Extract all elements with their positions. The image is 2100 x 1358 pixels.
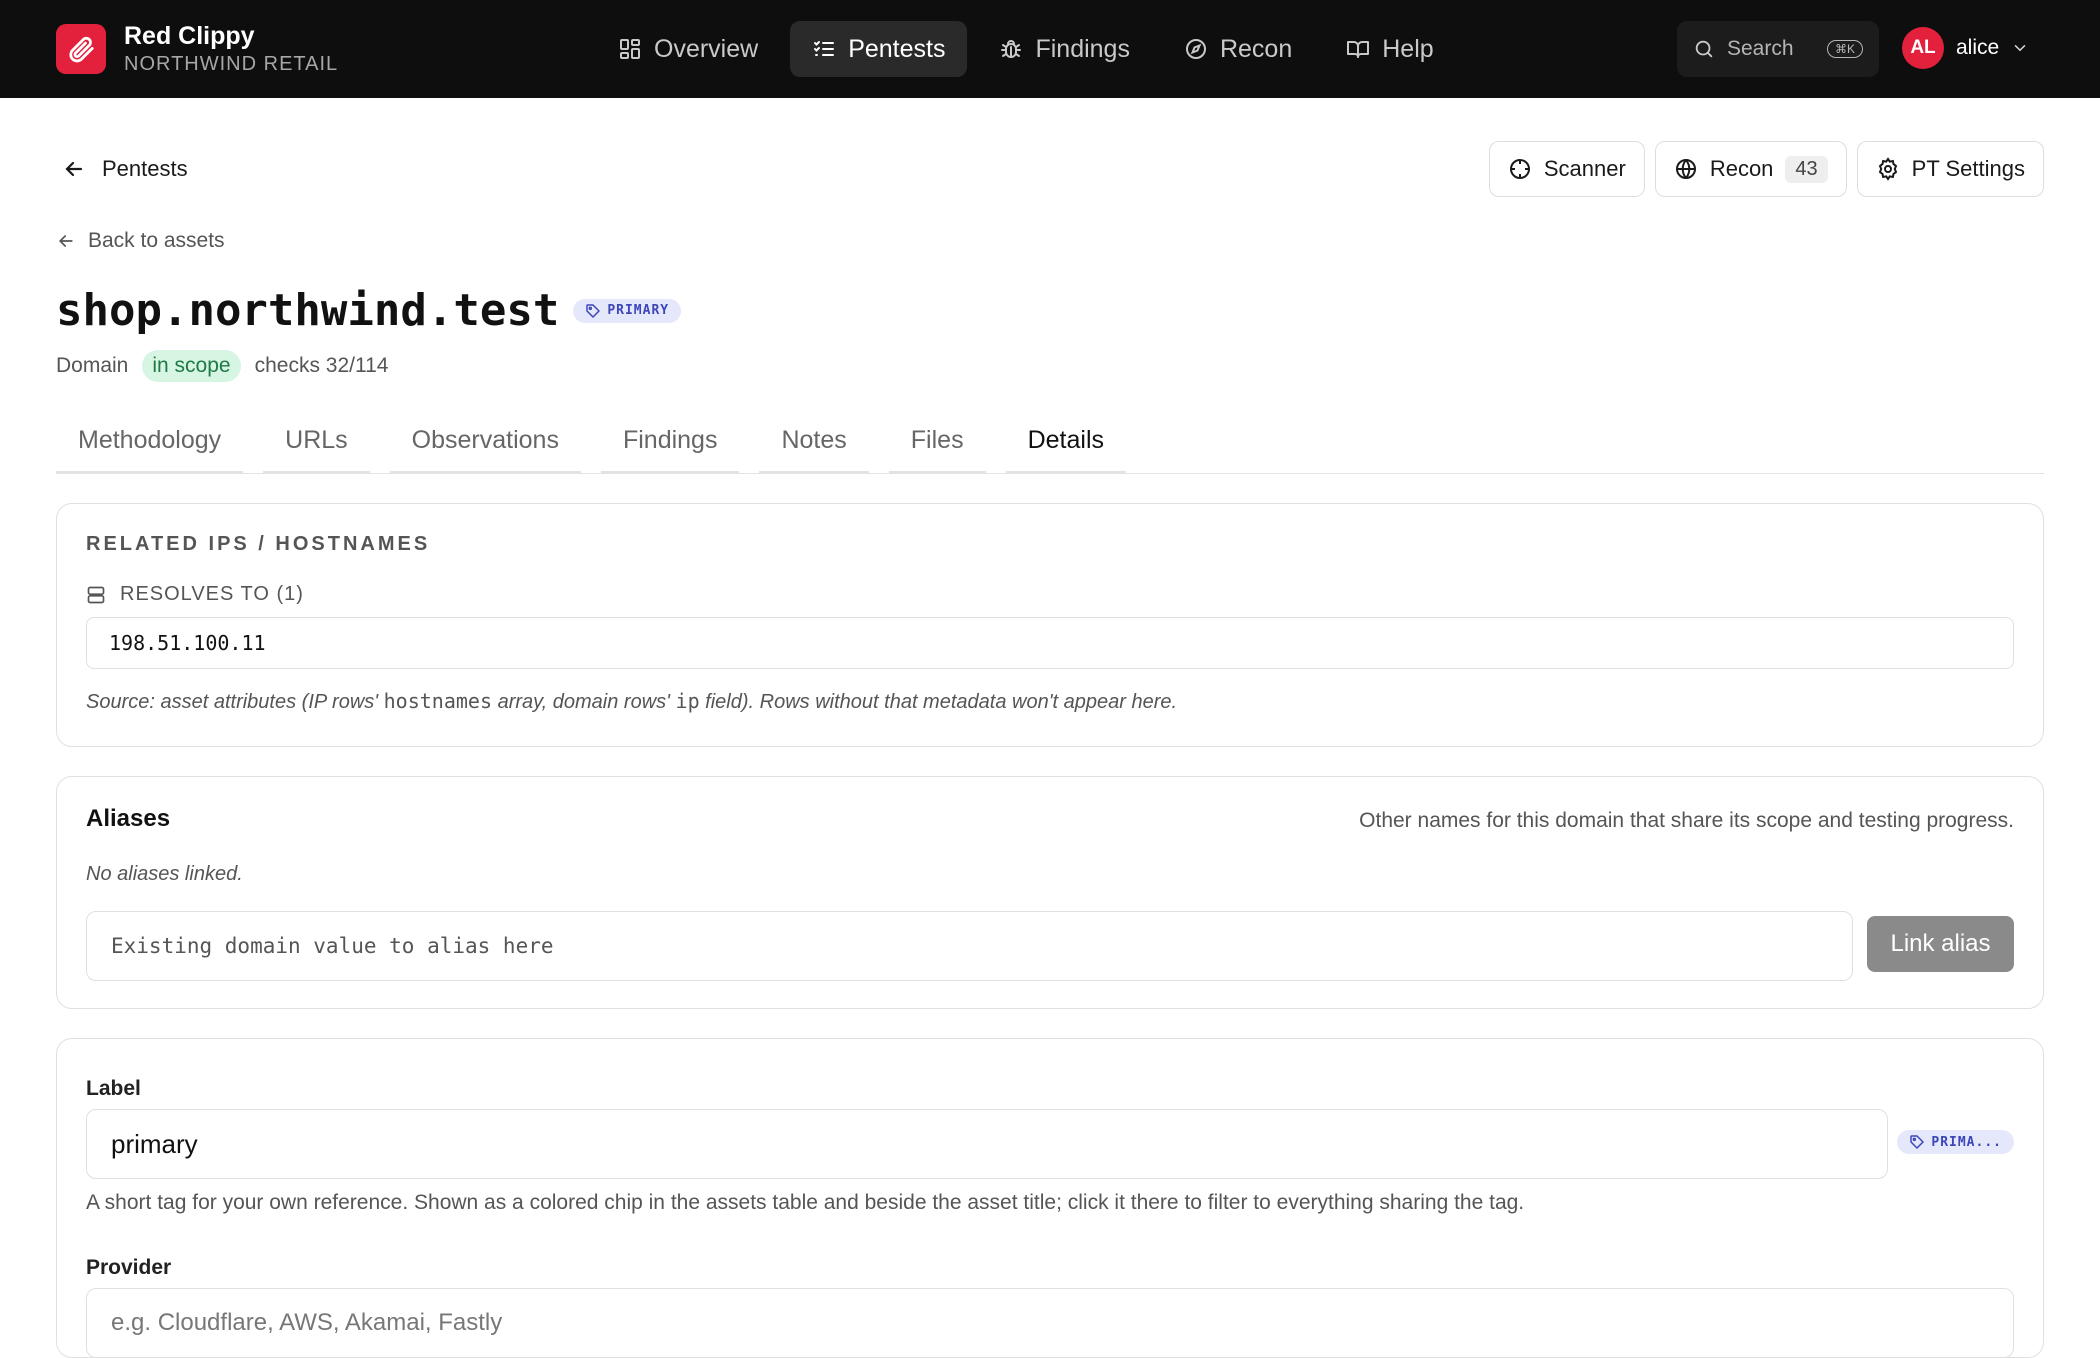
label-help: A short tag for your own reference. Show…	[86, 1191, 1525, 1214]
tab-observations[interactable]: Observations	[389, 416, 581, 473]
alias-input[interactable]	[86, 911, 1853, 981]
arrow-left-icon	[58, 235, 73, 247]
search-button[interactable]: Search ⌘K	[1677, 21, 1879, 77]
book-icon	[1347, 41, 1370, 58]
asset-tabs: Methodology URLs Observations Findings N…	[56, 416, 2044, 474]
tab-details[interactable]: Details	[1005, 416, 1126, 473]
provider-field-title: Provider	[86, 1256, 172, 1279]
nav-pentests[interactable]: Pentests	[790, 21, 968, 77]
header-actions: Scanner Recon 43 PT Settings	[1488, 141, 2044, 197]
scanner-button[interactable]: Scanner	[1488, 141, 1645, 197]
recon-count-badge: 43	[1785, 155, 1828, 183]
crosshair-icon	[1509, 159, 1530, 179]
checklist-icon	[814, 41, 835, 56]
tag-icon	[1910, 1135, 1925, 1149]
nav-overview-label: Overview	[654, 34, 759, 63]
checks-count: checks 32/114	[254, 354, 389, 377]
globe-icon	[1675, 159, 1696, 179]
aliases-card: Aliases Other names for this domain that…	[56, 776, 2044, 1009]
nav-findings-label: Findings	[1035, 34, 1130, 63]
source-note: Source: asset attributes (IP rows' hostn…	[86, 689, 1177, 714]
main-nav: Overview Pentests Findings Recon Help	[596, 21, 1456, 77]
resolves-to-label: RESOLVES TO (1)	[120, 583, 304, 605]
user-name: alice	[1956, 36, 2000, 59]
related-ips-card: RELATED IPS / HOSTNAMES RESOLVES TO (1) …	[56, 503, 2044, 747]
aliases-help: Other names for this domain that share i…	[1359, 809, 2014, 832]
shortcut-badge: ⌘K	[1826, 40, 1863, 58]
tab-notes[interactable]: Notes	[759, 416, 869, 473]
source-note-suffix: field). Rows without that metadata won't…	[699, 691, 1178, 713]
pt-settings-button[interactable]: PT Settings	[1856, 141, 2044, 197]
provider-input[interactable]	[86, 1288, 2014, 1358]
search-label: Search	[1727, 37, 1794, 60]
nav-help-label: Help	[1382, 34, 1434, 63]
gear-icon	[1878, 157, 1897, 181]
resolves-to-header: RESOLVES TO (1)	[86, 583, 304, 606]
server-icon	[87, 586, 105, 603]
label-chip[interactable]: PRIMARY	[573, 298, 682, 323]
scope-badge: in scope	[142, 350, 241, 382]
tab-findings[interactable]: Findings	[600, 416, 740, 473]
asset-type: Domain	[56, 354, 129, 377]
breadcrumb-label: Pentests	[102, 156, 188, 181]
compass-icon	[1185, 39, 1206, 59]
arrow-left-icon	[65, 161, 83, 177]
page-title: shop.northwind.test	[56, 285, 560, 336]
link-alias-button[interactable]: Link alias	[1867, 916, 2014, 972]
nav-pentests-label: Pentests	[848, 34, 946, 63]
nav-findings[interactable]: Findings	[977, 21, 1152, 77]
brand-org: NORTHWIND RETAIL	[124, 53, 339, 75]
back-to-assets-label: Back to assets	[88, 229, 225, 252]
back-to-assets-link[interactable]: Back to assets	[56, 229, 225, 253]
aliases-empty: No aliases linked.	[86, 863, 243, 885]
label-preview-text: PRIMA...	[1931, 1134, 2002, 1150]
label-input[interactable]	[86, 1109, 1888, 1179]
grid-icon	[620, 39, 640, 59]
label-preview-chip: PRIMA...	[1897, 1130, 2014, 1154]
related-heading: RELATED IPS / HOSTNAMES	[86, 533, 431, 555]
breadcrumb-pentests[interactable]: Pentests	[62, 156, 188, 182]
top-navbar: Red Clippy NORTHWIND RETAIL Overview Pen…	[0, 0, 2100, 98]
ip-entry[interactable]: 198.51.100.11	[86, 617, 2014, 669]
tag-icon	[586, 303, 601, 318]
pt-settings-label: PT Settings	[1911, 156, 2025, 181]
source-note-mid: array, domain rows'	[492, 691, 676, 713]
asset-title-row: shop.northwind.test PRIMARY	[56, 285, 682, 336]
brand-name: Red Clippy	[124, 22, 255, 50]
chevron-down-icon	[2014, 45, 2026, 52]
nav-overview[interactable]: Overview	[596, 21, 780, 77]
details-card: Label PRIMA... A short tag for your own …	[56, 1038, 2044, 1358]
tab-files[interactable]: Files	[888, 416, 986, 473]
label-field-title: Label	[86, 1077, 141, 1100]
asset-meta: Domain in scope checks 32/114	[56, 350, 388, 382]
scanner-label: Scanner	[1543, 156, 1626, 181]
avatar: AL	[1902, 27, 1944, 69]
source-note-prefix: Source: asset attributes (IP rows'	[86, 691, 384, 713]
label-chip-text: PRIMARY	[607, 303, 670, 318]
recon-label: Recon	[1709, 156, 1774, 181]
recon-button[interactable]: Recon 43	[1654, 141, 1847, 197]
tab-methodology[interactable]: Methodology	[56, 416, 244, 473]
tab-urls[interactable]: URLs	[263, 416, 370, 473]
source-note-code-ip: ip	[675, 689, 700, 713]
nav-recon[interactable]: Recon	[1162, 21, 1314, 77]
search-icon	[1695, 40, 1713, 58]
paperclip-icon	[56, 24, 106, 74]
bug-icon	[1001, 40, 1022, 58]
nav-recon-label: Recon	[1219, 34, 1293, 63]
brand[interactable]: Red Clippy NORTHWIND RETAIL	[56, 21, 338, 77]
user-menu[interactable]: AL alice	[1902, 27, 2029, 69]
aliases-title: Aliases	[86, 805, 171, 832]
source-note-code-hostnames: hostnames	[383, 689, 493, 713]
nav-help[interactable]: Help	[1324, 21, 1455, 77]
